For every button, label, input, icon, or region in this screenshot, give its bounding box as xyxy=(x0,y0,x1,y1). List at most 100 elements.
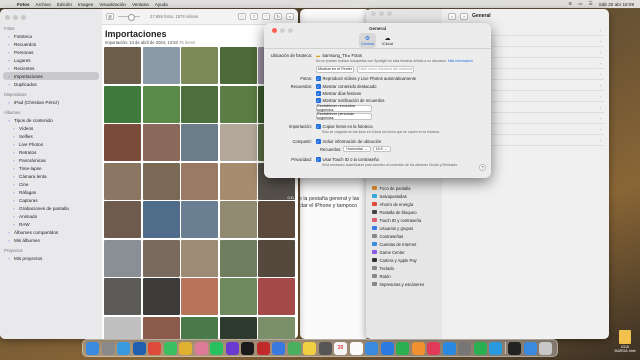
menu-3[interactable]: Visualización xyxy=(99,2,126,7)
wifi-icon[interactable]: ≋ xyxy=(568,1,572,7)
sidebar-item[interactable]: ▫ Selfies xyxy=(0,132,102,140)
photo-thumbnail[interactable] xyxy=(104,124,141,161)
settings-sidebar-item[interactable]: Touch ID y contraseña xyxy=(372,216,424,224)
holidays-checkbox[interactable]: ✓ xyxy=(316,91,321,96)
photo-thumbnail[interactable] xyxy=(181,47,218,84)
sidebar-item[interactable]: ▫ Fototeca xyxy=(0,32,102,40)
imovie-icon[interactable] xyxy=(225,341,239,355)
sidebar-item[interactable]: ▫ Tipos de contenido xyxy=(0,116,102,124)
notes-icon[interactable] xyxy=(303,341,316,355)
menu-2[interactable]: Imagen xyxy=(78,2,93,7)
photo-thumbnail[interactable] xyxy=(104,316,141,339)
settings-sidebar-item[interactable]: Game Center xyxy=(372,248,424,256)
minimize-button[interactable] xyxy=(13,15,18,20)
clock[interactable]: Sáb 20 abr 18:09 xyxy=(599,2,634,7)
menu-1[interactable]: Edición xyxy=(57,2,72,7)
downloads-icon[interactable] xyxy=(523,341,537,355)
photo-thumbnail[interactable] xyxy=(219,85,257,123)
photo-thumbnail[interactable] xyxy=(104,278,141,315)
reminders-icon[interactable] xyxy=(349,341,363,355)
photo-thumbnail[interactable] xyxy=(142,47,180,84)
keynote-icon[interactable] xyxy=(380,341,394,355)
back-button[interactable]: ‹ xyxy=(448,12,456,20)
finder-icon[interactable] xyxy=(86,341,99,355)
preview-icon[interactable] xyxy=(365,341,378,355)
sidebar-item[interactable]: ▫ Cine xyxy=(0,180,102,188)
photo-thumbnail[interactable] xyxy=(104,47,141,84)
favorite-icon[interactable]: ♡ xyxy=(262,13,270,20)
settings-sidebar-item[interactable]: Pantalla de bloqueo xyxy=(372,208,424,216)
photo-thumbnail[interactable] xyxy=(258,239,295,277)
outlook-icon[interactable] xyxy=(132,341,146,355)
use-as-system-library-button[interactable]: Usar como fototeca del sistema xyxy=(357,66,414,73)
settings-sidebar-item[interactable]: Teclado xyxy=(372,264,424,272)
sidebar-item[interactable]: ▫ Importaciones xyxy=(3,72,99,80)
zoom-button[interactable] xyxy=(21,15,26,20)
appstore-icon[interactable] xyxy=(442,341,456,355)
photo-thumbnail[interactable] xyxy=(142,124,180,161)
help-button[interactable]: ? xyxy=(479,164,486,171)
reset-memories-button[interactable]: Restablecer recuerdos sugeridos xyxy=(316,104,372,112)
photo-thumbnail[interactable] xyxy=(181,239,218,277)
sidebar-item[interactable]: ▫ Recientes xyxy=(0,64,102,72)
settings-sidebar-item[interactable]: Usuarios y grupos xyxy=(372,224,424,232)
sidebar-item[interactable]: ▫ Retratos xyxy=(0,148,102,156)
photo-thumbnail[interactable] xyxy=(219,239,257,277)
sidebar-item[interactable]: ▫ Duplicados xyxy=(0,80,102,88)
numbers-icon[interactable] xyxy=(396,341,409,355)
photo-thumbnail[interactable] xyxy=(104,85,141,123)
music-icon[interactable] xyxy=(427,341,440,355)
photo-thumbnail[interactable] xyxy=(142,201,180,238)
sidebar-item[interactable]: ▫ Personas xyxy=(0,48,102,56)
battery-icon[interactable]: ▭ xyxy=(578,1,582,7)
share-icon[interactable]: ⇧ xyxy=(250,13,258,20)
maps-icon[interactable] xyxy=(287,341,301,355)
photo-thumbnail[interactable] xyxy=(181,316,218,339)
photo-thumbnail[interactable] xyxy=(104,201,141,238)
photo-thumbnail[interactable] xyxy=(181,278,218,315)
app-menu[interactable]: Fotos xyxy=(17,2,30,7)
photo-thumbnail[interactable] xyxy=(142,239,180,277)
settings-sidebar-item[interactable]: Cuentas de Internet xyxy=(372,240,424,248)
pages-icon[interactable] xyxy=(411,341,425,355)
sidebar-item[interactable]: ▫ Lugares xyxy=(0,56,102,64)
terminal-icon[interactable] xyxy=(508,341,521,355)
sidebar-item[interactable]: ▫ Cámara lenta xyxy=(0,172,102,180)
copy-items-checkbox[interactable]: ✓ xyxy=(316,124,321,129)
sidebar-item[interactable]: ▫ Recuerdos xyxy=(0,40,102,48)
photo-thumbnail[interactable] xyxy=(219,278,257,315)
forward-button[interactable]: › xyxy=(460,12,468,20)
memories-notification-checkbox[interactable]: ✓ xyxy=(316,98,321,103)
photo-thumbnail[interactable] xyxy=(104,239,141,277)
control-center-icon[interactable]: ☰ xyxy=(589,1,593,7)
more-info-link[interactable]: Más información xyxy=(448,59,473,63)
settings-sidebar-item[interactable]: Contraseñas xyxy=(372,232,424,240)
settings-sidebar-item[interactable]: Cartera y Apple Pay xyxy=(372,256,424,264)
sidebar-item[interactable]: ▫ Grabaciones de pantalla xyxy=(0,204,102,212)
sidebar-item[interactable]: ▫ Panorámicas xyxy=(0,156,102,164)
launchpad-icon[interactable] xyxy=(101,341,115,355)
trash-icon[interactable] xyxy=(539,341,552,355)
photo-thumbnail[interactable] xyxy=(142,316,180,339)
sidebar-item[interactable]: ▫ Mis proyectos xyxy=(0,254,102,262)
sidebar-item[interactable]: ▫ Animado xyxy=(0,212,102,220)
sidebar-item[interactable]: ▫ Capturas xyxy=(0,196,102,204)
photo-thumbnail[interactable] xyxy=(258,201,295,238)
photo-thumbnail[interactable] xyxy=(219,316,257,339)
photo-thumbnail[interactable] xyxy=(258,316,295,339)
reset-people-button[interactable]: Restablecer personas sugeridas xyxy=(316,112,372,120)
location-info-checkbox[interactable]: ✓ xyxy=(316,139,321,144)
sidebar-item[interactable]: ▫ iPad (Christian Pérez) xyxy=(0,98,102,106)
show-in-finder-button[interactable]: Mostrar en el Finder xyxy=(316,66,354,73)
files-icon[interactable] xyxy=(272,341,285,355)
sidebar-toggle-button[interactable]: ▥ xyxy=(106,13,114,20)
tab-icloud[interactable]: ☁ iCloud xyxy=(379,33,396,48)
featured-content-checkbox[interactable]: ✓ xyxy=(316,84,321,89)
photo-thumbnail[interactable] xyxy=(181,162,218,200)
messages-icon[interactable] xyxy=(163,341,177,355)
photo-thumbnail[interactable] xyxy=(104,162,141,200)
settings-sidebar-item[interactable]: Impresoras y escáneres xyxy=(372,280,424,288)
photo-thumbnail[interactable] xyxy=(258,278,295,315)
orientation-select[interactable]: Horizontal ⌄ xyxy=(343,146,371,152)
photo-thumbnail[interactable] xyxy=(219,201,257,238)
